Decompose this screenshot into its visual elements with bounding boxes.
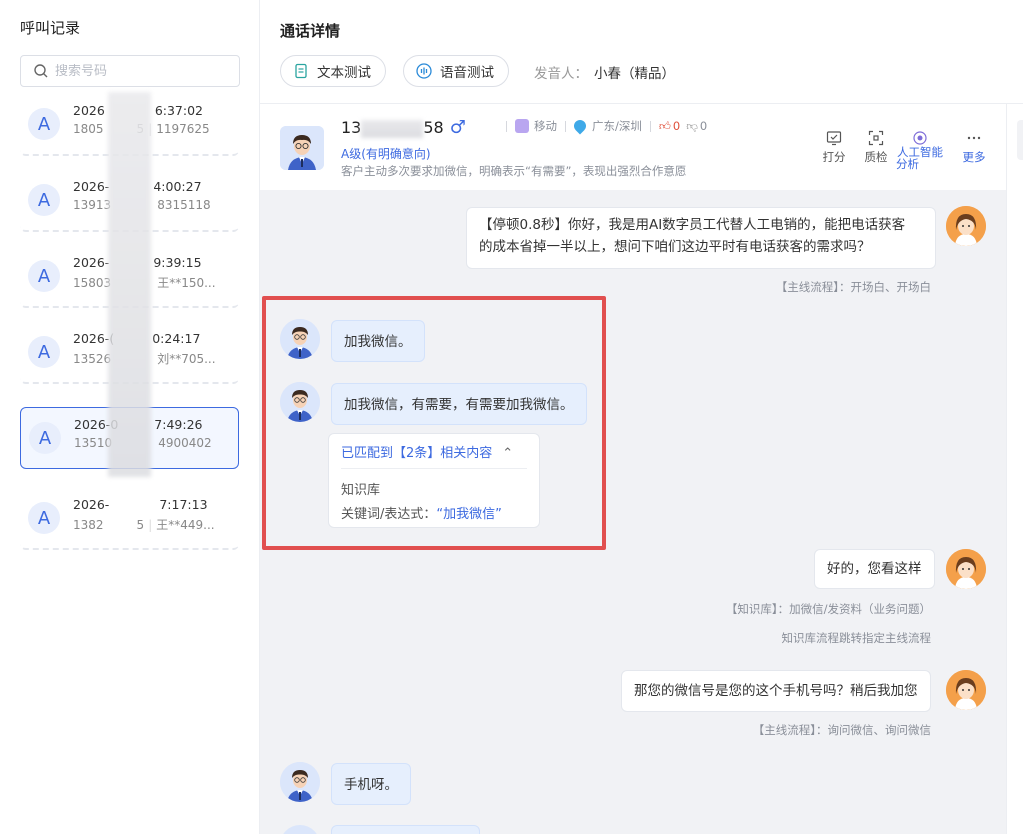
match-keyword: 关键词/表达式：“加我微信” (341, 507, 502, 522)
quality-check-button[interactable]: 质检 (862, 130, 890, 165)
carrier-icon (515, 119, 529, 133)
voice-wave-icon (416, 63, 432, 79)
likes-count: 0 (672, 119, 681, 133)
customer-message: 手机呀。 (331, 763, 411, 805)
score-button[interactable]: 打分 (820, 130, 848, 165)
agent-message: 【停顿0.8秒】你好，我是用AI数字员工代替人工电销的，能把电话获客 的成本省掉… (466, 207, 936, 269)
call-phone: 1382 5 | 王**449... (73, 518, 215, 532)
call-detail-title: 通话详情 (280, 22, 341, 40)
flow-tag: 知识库流程跳转指定主线流程 (781, 631, 932, 645)
customer-meta: 移动 广东/深圳 👍︎ 0 👎︎ 0 (498, 117, 708, 135)
call-records-title: 呼叫记录 (20, 19, 81, 37)
customer-message: 加我微信。 (331, 320, 425, 362)
customer-avatar (280, 825, 320, 834)
text-test-button[interactable]: 文本测试 (280, 55, 386, 87)
location-text: 广东/深圳 (592, 119, 642, 133)
voice-test-button[interactable]: 语音测试 (403, 55, 509, 87)
speaker-selector[interactable]: 发音人： 小春（精品） (534, 62, 675, 82)
flow-tag: 【知识库】：加微信/发资料（业务问题） (725, 602, 931, 616)
intent-level: A级(有明确意向) (341, 147, 431, 161)
ai-analysis-button[interactable]: 人工智能 分析 (896, 130, 944, 170)
privacy-blur (108, 92, 151, 477)
customer-avatar (280, 762, 320, 802)
agent-avatar (946, 670, 986, 710)
search-input[interactable] (55, 63, 225, 79)
avatar: A (28, 108, 60, 140)
avatar: A (28, 260, 60, 292)
call-record-item[interactable]: A 2026- 7:17:13 1382 5 | 王**449... (20, 488, 239, 550)
customer-avatar (280, 126, 324, 170)
chevron-up-icon: ⌃ (502, 446, 514, 461)
call-header-card: 13 58 ♂ 移动 广东/深圳 👍︎ 0 👎︎ 0 A级(有明确意向) 客户主动多次要… (260, 104, 1006, 190)
chat-transcript: 【停顿0.8秒】你好，我是用AI数字员工代替人工电销的，能把电话获客 的成本省掉… (260, 190, 1006, 834)
agent-avatar (946, 206, 986, 246)
flow-tag: 【主线流程】：询问微信、询问微信 (752, 723, 931, 737)
match-toggle[interactable]: 已匹配到【2条】相关内容 ⌃ (341, 442, 513, 461)
search-icon (34, 64, 48, 78)
intent-description: 客户主动多次要求加微信，明确表示“有需要”，表现出强烈合作意愿 (341, 164, 687, 178)
customer-avatar (280, 382, 320, 422)
search-box[interactable] (20, 55, 240, 87)
customer-avatar (280, 319, 320, 359)
call-time: 2026- 7:17:13 (73, 497, 208, 512)
avatar: A (28, 184, 60, 216)
call-records-panel: 呼叫记录 A 20266:37:02 18055|1197625 A 2026-… (0, 0, 260, 834)
agent-message: 那您的微信号是您的这个手机号吗？稍后我加您 (621, 670, 931, 712)
agent-message: 好的，您看这样 (814, 549, 935, 589)
document-icon (295, 63, 307, 79)
text-test-label: 文本测试 (317, 65, 371, 81)
scan-icon (868, 130, 884, 146)
ai-analysis-icon (913, 131, 927, 145)
avatar: A (28, 336, 60, 368)
thumbs-down-icon[interactable]: 👎︎ (686, 119, 698, 134)
agent-avatar (946, 549, 986, 589)
speaker-label: 发音人： (534, 66, 588, 82)
score-icon (826, 131, 842, 146)
more-button[interactable]: 更多 (960, 130, 988, 165)
carrier-text: 移动 (534, 119, 557, 133)
voice-test-label: 语音测试 (440, 65, 494, 81)
match-source: 知识库 (341, 483, 381, 498)
male-gender-icon: ♂ (449, 117, 466, 138)
dislikes-count: 0 (699, 119, 708, 133)
customer-phone: 13 58 ♂ (341, 117, 466, 138)
thumbs-up-icon[interactable]: 👍︎ (659, 119, 671, 134)
location-icon (571, 117, 589, 135)
avatar: A (29, 422, 61, 454)
speaker-value: 小春（精品） (594, 66, 675, 82)
customer-message: 加我微信，有需要，有需要加我微信。 (331, 383, 587, 425)
right-scroll-strip (1006, 104, 1023, 834)
avatar: A (28, 502, 60, 534)
knowledge-match-card: 已匹配到【2条】相关内容 ⌃ 知识库 关键词/表达式：“加我微信” (328, 433, 540, 528)
customer-message (331, 825, 480, 834)
app-root: 呼叫记录 A 20266:37:02 18055|1197625 A 2026-… (0, 0, 1023, 834)
flow-tag: 【主线流程】：开场白、开场白 (775, 280, 931, 294)
more-dots-icon (967, 136, 981, 140)
